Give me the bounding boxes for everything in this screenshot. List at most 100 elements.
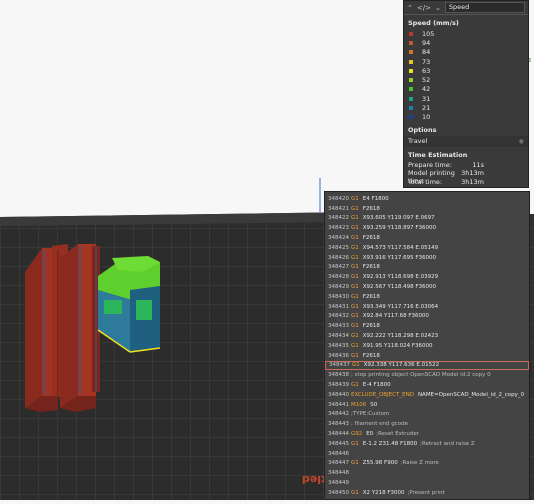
gcode-command: G1	[351, 274, 359, 280]
speed-section-title: Speed (mm/s)	[404, 17, 528, 29]
gcode-command: G1	[351, 245, 359, 251]
gcode-line[interactable]: 348449	[325, 478, 529, 488]
chevron-down-icon[interactable]: ⌄	[435, 4, 441, 12]
gcode-line-number: 348433	[328, 323, 351, 329]
gcode-line[interactable]: 348429G1X92.567 Y118.498 F36000	[325, 282, 529, 292]
time-label: Prepare time:	[408, 161, 452, 170]
speed-legend-item: 52	[404, 75, 528, 84]
gcode-line-number: 348440	[328, 392, 351, 398]
gcode-command: G1	[352, 362, 360, 368]
gcode-line[interactable]: 348442;TYPE:Custom	[325, 410, 529, 420]
gcode-line[interactable]: 348422G1X93.605 Y119.097 E.0697	[325, 214, 529, 224]
gcode-line[interactable]: 348428G1X92.913 Y118.698 E.03929	[325, 272, 529, 282]
gcode-line[interactable]: 348448	[325, 468, 529, 478]
gcode-command: G1	[351, 304, 359, 310]
gcode-line[interactable]: 348425G1X94.573 Y117.584 E.05149	[325, 243, 529, 253]
gcode-line[interactable]: 348438; stop printing object OpenSCAD Mo…	[325, 370, 529, 380]
gcode-line-number: 348427	[328, 264, 351, 270]
gcode-args: F2618	[363, 264, 380, 270]
gcode-line[interactable]: 348426G1X93.916 Y117.695 F36000	[325, 253, 529, 263]
gcode-line-number: 348448	[328, 470, 351, 476]
speed-value: 42	[422, 85, 430, 93]
gcode-line-number: 348438	[328, 372, 351, 378]
gcode-comment: ; filament end gcode	[351, 421, 408, 427]
gcode-comment: ;TYPE:Custom	[351, 411, 389, 417]
gcode-command: G1	[351, 460, 359, 466]
travel-option[interactable]: Travel ◉	[404, 136, 528, 147]
gcode-line-number: 348444	[328, 431, 351, 437]
gcode-line[interactable]: 348450G1X2 Y218 F3000;Present print	[325, 488, 529, 498]
code-view-icon[interactable]: </>	[417, 4, 431, 12]
speed-legend-item: 63	[404, 66, 528, 75]
gcode-line[interactable]: 348432G1X92.84 Y117.68 F36000	[325, 312, 529, 322]
gcode-command: G1	[351, 264, 359, 270]
gcode-line[interactable]: 348431G1X93.349 Y117.716 E.03064	[325, 302, 529, 312]
color-swatch	[409, 69, 413, 73]
gcode-args: X93.916 Y117.695 F36000	[363, 255, 436, 261]
gcode-comment: ;Raise Z more	[401, 460, 439, 466]
speed-legend-list: 105948473635242312110	[404, 29, 528, 122]
speed-value: 63	[422, 67, 430, 75]
gcode-command: G1	[351, 206, 359, 212]
gcode-line-number: 348420	[328, 196, 351, 202]
gcode-args: E-4 F1800	[363, 382, 391, 388]
gcode-line-number: 348429	[328, 284, 351, 290]
gcode-command: G1	[351, 196, 359, 202]
gcode-command: G1	[351, 323, 359, 329]
view-type-select[interactable]: Speed	[445, 2, 525, 13]
color-swatch	[409, 78, 413, 82]
gcode-command: G1	[351, 333, 359, 339]
gcode-comment: ; stop printing object OpenSCAD Model id…	[351, 372, 491, 378]
speed-legend-item: 42	[404, 85, 528, 94]
gcode-line[interactable]: 348445G1E-1.2 Z31.48 F1800;Retract and r…	[325, 439, 529, 449]
color-swatch	[409, 41, 413, 45]
gcode-line-current[interactable]: 348437G1 X92.338 Y117.636 E.01522	[325, 361, 529, 371]
gcode-line[interactable]: 348447G1Z55.98 F900;Raise Z more	[325, 459, 529, 469]
gcode-line[interactable]: 348440EXCLUDE_OBJECT_ENDNAME=OpenSCAD_Mo…	[325, 390, 529, 400]
gcode-viewer[interactable]: 348420G1E4 F1800348421G1F2618348422G1X93…	[324, 191, 530, 500]
legend-toolbar: ⌃ </> ⌄ Speed	[404, 1, 528, 15]
collapse-icon[interactable]: ⌃	[407, 4, 413, 12]
gcode-args: X92.338 Y117.636 E.01522	[364, 362, 439, 368]
time-label: Model printing time:	[408, 169, 461, 178]
speed-legend-item: 84	[404, 48, 528, 57]
gcode-line-number: 348430	[328, 294, 351, 300]
gcode-args: X94.573 Y117.584 E.05149	[363, 245, 438, 251]
gcode-command: G1	[351, 382, 359, 388]
speed-legend-item: 94	[404, 38, 528, 47]
time-label: Total time:	[408, 178, 442, 187]
gcode-line[interactable]: 348434G1X92.222 Y118.298 E.02423	[325, 331, 529, 341]
time-value: 3h13m	[461, 169, 484, 178]
gcode-line[interactable]: 348443; filament end gcode	[325, 419, 529, 429]
gcode-line-number: 348431	[328, 304, 351, 310]
color-swatch	[409, 50, 413, 54]
gcode-line[interactable]: 348423G1X93.259 Y118.897 F36000	[325, 223, 529, 233]
gcode-line[interactable]: 348421G1F2618	[325, 204, 529, 214]
gcode-line-number: 348437	[329, 362, 352, 368]
gcode-line-number: 348445	[328, 441, 351, 447]
gcode-line[interactable]: 348439G1E-4 F1800	[325, 380, 529, 390]
color-swatch	[409, 115, 413, 119]
gcode-line[interactable]: 348427G1 F2618	[325, 263, 529, 273]
gcode-line[interactable]: 348435G1X91.95 Y118.024 F36000	[325, 341, 529, 351]
gcode-command: G1	[351, 255, 359, 261]
options-section-title: Options	[404, 124, 528, 136]
gcode-line-number: 348446	[328, 451, 351, 457]
gcode-line[interactable]: 348424G1F2618	[325, 233, 529, 243]
color-swatch	[409, 97, 413, 101]
gcode-comment: ;Present print	[408, 490, 445, 496]
gcode-line[interactable]: 348436G1F2618	[325, 351, 529, 361]
gcode-line[interactable]: 348444G92E0;Reset Extruder	[325, 429, 529, 439]
speed-value: 10	[422, 113, 430, 121]
gcode-line[interactable]: 348441M106S0	[325, 400, 529, 410]
eye-icon[interactable]: ◉	[518, 137, 524, 145]
gcode-line[interactable]: 348420G1E4 F1800	[325, 194, 529, 204]
gcode-line[interactable]: 348430G1F2618	[325, 292, 529, 302]
gcode-command: EXCLUDE_OBJECT_END	[351, 392, 414, 398]
gcode-line-number: 348421	[328, 206, 351, 212]
gcode-line-number: 348447	[328, 460, 351, 466]
gcode-line-number: 348449	[328, 480, 351, 486]
gcode-line-number: 348423	[328, 225, 351, 231]
gcode-line[interactable]: 348433G1F2618	[325, 321, 529, 331]
gcode-line[interactable]: 348446	[325, 449, 529, 459]
